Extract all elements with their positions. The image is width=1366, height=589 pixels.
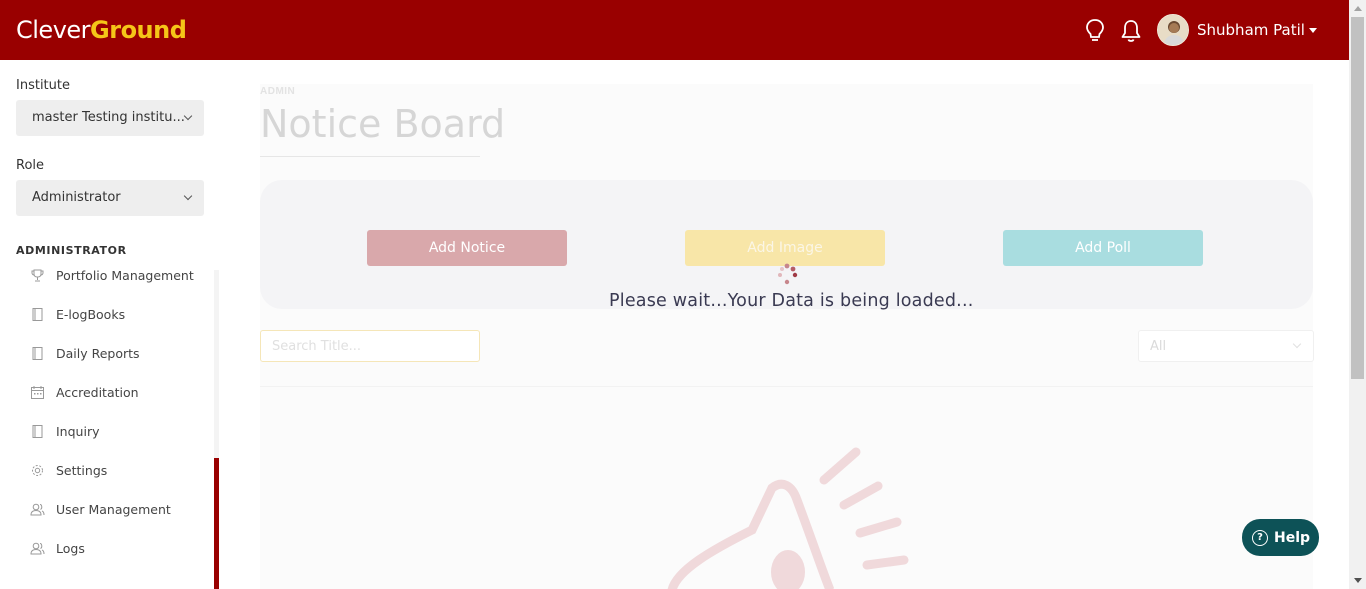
sidebar: Institute master Testing institu... Role…: [0, 60, 220, 589]
filter-select[interactable]: All: [1138, 330, 1314, 362]
loading-message: Please wait...Your Data is being loaded.…: [609, 291, 974, 311]
add-image-button[interactable]: Add Image: [685, 230, 885, 266]
page-scrollbar-thumb[interactable]: [1351, 17, 1364, 379]
avatar: [1157, 14, 1189, 46]
sidebar-item-logs[interactable]: Logs: [30, 537, 85, 559]
role-select[interactable]: Administrator: [16, 180, 204, 216]
sidebar-item-accreditation[interactable]: Accreditation: [30, 381, 139, 403]
chevron-down-icon: [183, 111, 193, 121]
scroll-up-arrow-icon[interactable]: [1354, 6, 1362, 11]
question-circle-icon: ?: [1252, 529, 1268, 546]
sidebar-item-label: User Management: [56, 501, 171, 517]
chevron-down-icon: [183, 191, 193, 201]
top-navbar: CleverGround Shubham Patil: [0, 0, 1349, 60]
sidebar-item-e-logbooks[interactable]: E-logBooks: [30, 303, 125, 325]
book-icon: [32, 346, 43, 360]
sidebar-item-daily-reports[interactable]: Daily Reports: [30, 342, 140, 364]
role-select-value: Administrator: [32, 190, 121, 205]
list-divider: [260, 386, 1313, 387]
sidebar-item-portfolio-management[interactable]: Portfolio Management: [30, 264, 194, 286]
sidebar-item-label: E-logBooks: [56, 306, 126, 322]
title-divider: [260, 156, 480, 157]
sidebar-item-label: Daily Reports: [56, 345, 140, 361]
role-label: Role: [16, 158, 45, 173]
user-menu[interactable]: Shubham Patil: [1157, 14, 1317, 46]
chevron-down-icon: [1292, 339, 1302, 349]
user-name: Shubham Patil: [1197, 21, 1305, 39]
search-input[interactable]: [260, 330, 480, 362]
sidebar-item-label: Logs: [56, 540, 85, 556]
sidebar-scrollbar-track[interactable]: [214, 270, 219, 458]
page-title: Notice Board: [260, 102, 506, 146]
main-content: ADMIN Notice Board Add Notice Add Image …: [220, 60, 1349, 589]
sidebar-scrollbar-thumb[interactable]: [214, 458, 219, 589]
sidebar-item-settings[interactable]: Settings: [30, 459, 107, 481]
gear-icon: [32, 464, 43, 476]
clever-ground-logo[interactable]: CleverGround: [16, 16, 187, 44]
sidebar-item-label: Settings: [56, 462, 108, 478]
logo-text-ground: Ground: [90, 16, 187, 44]
bell-icon[interactable]: [1119, 18, 1143, 44]
institute-select[interactable]: master Testing institu...: [16, 100, 204, 136]
trophy-icon: [31, 269, 44, 281]
book-icon: [32, 307, 43, 321]
lightbulb-icon[interactable]: [1083, 18, 1107, 44]
loading-spinner-icon: [778, 263, 798, 285]
sidebar-item-label: Portfolio Management: [56, 267, 194, 283]
filter-select-value: All: [1150, 339, 1167, 354]
sidebar-item-user-management[interactable]: User Management: [30, 498, 171, 520]
sidebar-item-label: Inquiry: [56, 423, 100, 439]
section-heading-administrator: ADMINISTRATOR: [16, 244, 127, 257]
sidebar-item-inquiry[interactable]: Inquiry: [30, 420, 99, 442]
add-notice-button[interactable]: Add Notice: [367, 230, 567, 266]
sidebar-item-label: Accreditation: [56, 384, 139, 400]
chevron-down-icon: [1308, 27, 1317, 33]
breadcrumb: ADMIN: [260, 86, 296, 97]
scroll-down-arrow-icon[interactable]: [1354, 578, 1362, 583]
calendar-icon: [31, 385, 44, 399]
institute-label: Institute: [16, 78, 70, 93]
add-poll-button[interactable]: Add Poll: [1003, 230, 1203, 266]
megaphone-illustration-icon: [667, 447, 909, 589]
users-icon: [30, 542, 45, 554]
help-button[interactable]: ? Help: [1242, 519, 1319, 556]
book-icon: [32, 424, 43, 438]
help-label: Help: [1274, 529, 1311, 546]
logo-text-clever: Clever: [16, 16, 91, 44]
page-scrollbar[interactable]: [1349, 0, 1366, 589]
users-icon: [30, 503, 45, 515]
institute-select-value: master Testing institu...: [32, 110, 185, 125]
